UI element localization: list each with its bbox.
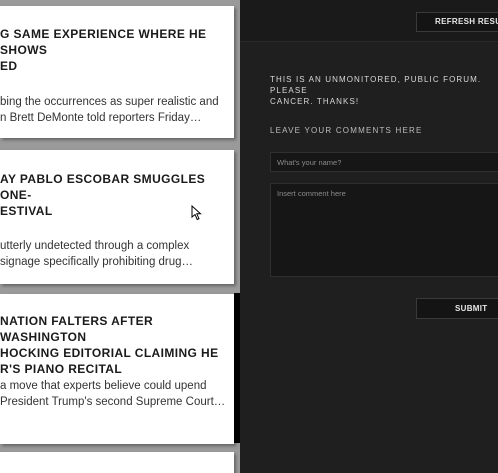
comments-panel: REFRESH RESULTS THIS IS AN UNMONITORED, … bbox=[240, 0, 498, 473]
article-headline[interactable]: NATION FALTERS AFTER WASHINGTON HOCKING … bbox=[0, 313, 228, 377]
submit-button[interactable]: SUBMIT bbox=[416, 298, 498, 319]
comments-heading: LEAVE YOUR COMMENTS HERE bbox=[270, 126, 423, 135]
article-excerpt: a move that experts believe could upend … bbox=[0, 380, 226, 408]
article-card[interactable]: G SAME EXPERIENCE WHERE HE SHOWS ED bing… bbox=[0, 6, 234, 138]
comment-input[interactable] bbox=[270, 183, 498, 277]
article-card[interactable]: NATION FALTERS AFTER WASHINGTON HOCKING … bbox=[0, 294, 234, 444]
article-excerpt: bing the occurrences as super realistic … bbox=[0, 96, 219, 124]
forum-notice: THIS IS AN UNMONITORED, PUBLIC FORUM. PL… bbox=[270, 75, 482, 106]
article-excerpt: utterly undetected through a complex sig… bbox=[0, 240, 194, 268]
comments-toolbar: REFRESH RESULTS bbox=[240, 0, 498, 42]
name-input[interactable] bbox=[270, 152, 498, 172]
refresh-results-button[interactable]: REFRESH RESULTS bbox=[416, 12, 498, 32]
article-card[interactable] bbox=[0, 452, 234, 473]
article-headline[interactable]: G SAME EXPERIENCE WHERE HE SHOWS ED bbox=[0, 26, 228, 74]
mouse-cursor-icon bbox=[191, 205, 202, 221]
